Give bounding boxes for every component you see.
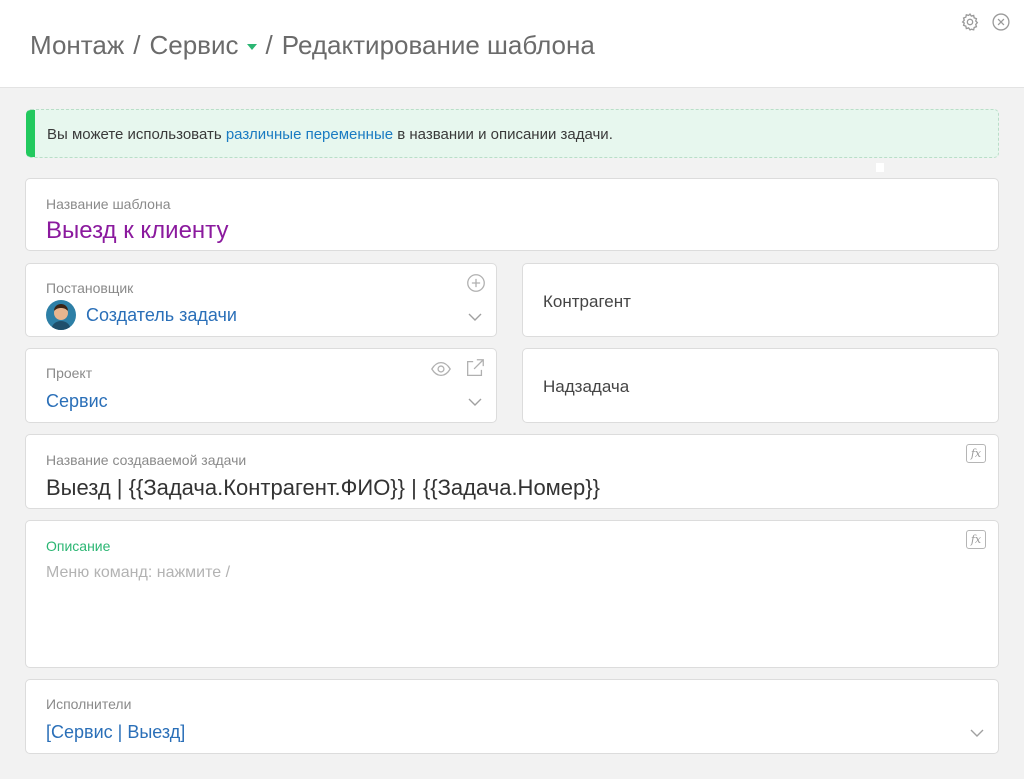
external-link-icon[interactable] xyxy=(464,357,486,379)
executors-value[interactable]: [Сервис | Выезд] xyxy=(46,722,185,743)
breadcrumb-separator: / xyxy=(133,30,141,60)
variables-link[interactable]: различные переменные xyxy=(226,126,393,143)
author-label: Постановщик xyxy=(46,280,134,296)
project-field[interactable]: Проект Сервис xyxy=(25,348,497,423)
notice-text: Вы можете использовать различные перемен… xyxy=(47,126,613,143)
task-name-value[interactable]: Выезд | {{Задача.Контрагент.ФИО}} | {{За… xyxy=(46,475,600,501)
page-title: Редактирование шаблона xyxy=(281,30,595,60)
parent-task-label: Надзадача xyxy=(543,377,630,396)
executors-label: Исполнители xyxy=(46,696,132,712)
template-name-label: Название шаблона xyxy=(46,196,171,212)
avatar xyxy=(46,300,76,330)
project-value[interactable]: Сервис xyxy=(46,391,108,412)
task-name-label: Название создаваемой задачи xyxy=(46,452,247,468)
breadcrumb: Монтаж / Сервис / Редактирование шаблона xyxy=(30,30,595,61)
breadcrumb-item-montazh[interactable]: Монтаж xyxy=(30,30,124,61)
author-field[interactable]: Постановщик Создатель задачи xyxy=(25,263,497,337)
chevron-down-icon[interactable] xyxy=(969,728,985,738)
counterparty-field[interactable]: Контрагент xyxy=(522,263,999,337)
task-name-field[interactable]: Название создаваемой задачи fx Выезд | {… xyxy=(25,434,999,509)
executors-field[interactable]: Исполнители [Сервис | Выезд] xyxy=(25,679,999,754)
counterparty-label: Контрагент xyxy=(543,292,631,311)
template-name-value[interactable]: Выезд к клиенту xyxy=(46,217,228,245)
formula-icon[interactable]: fx xyxy=(966,444,986,463)
caret-down-icon[interactable] xyxy=(246,44,257,50)
chevron-down-icon[interactable] xyxy=(467,312,483,322)
close-icon[interactable] xyxy=(991,12,1011,32)
description-label: Описание xyxy=(46,538,111,554)
author-value[interactable]: Создатель задачи xyxy=(86,305,237,326)
page-header: Монтаж / Сервис / Редактирование шаблона xyxy=(0,0,1024,88)
gear-icon[interactable] xyxy=(960,12,980,32)
description-input[interactable]: Меню команд: нажмите / xyxy=(46,564,230,582)
breadcrumb-separator: / xyxy=(265,30,273,60)
description-field[interactable]: Описание fx Меню команд: нажмите / xyxy=(25,520,999,668)
info-notice: Вы можете использовать различные перемен… xyxy=(26,109,999,158)
chevron-down-icon[interactable] xyxy=(467,397,483,407)
notice-accent-bar xyxy=(26,110,35,157)
eye-icon[interactable] xyxy=(430,358,452,380)
parent-task-field[interactable]: Надзадача xyxy=(522,348,999,423)
add-icon[interactable] xyxy=(465,272,487,294)
formula-icon[interactable]: fx xyxy=(966,530,986,549)
template-name-field[interactable]: Название шаблона Выезд к клиенту xyxy=(25,178,999,251)
breadcrumb-item-service[interactable]: Сервис xyxy=(149,30,238,61)
project-label: Проект xyxy=(46,365,93,381)
